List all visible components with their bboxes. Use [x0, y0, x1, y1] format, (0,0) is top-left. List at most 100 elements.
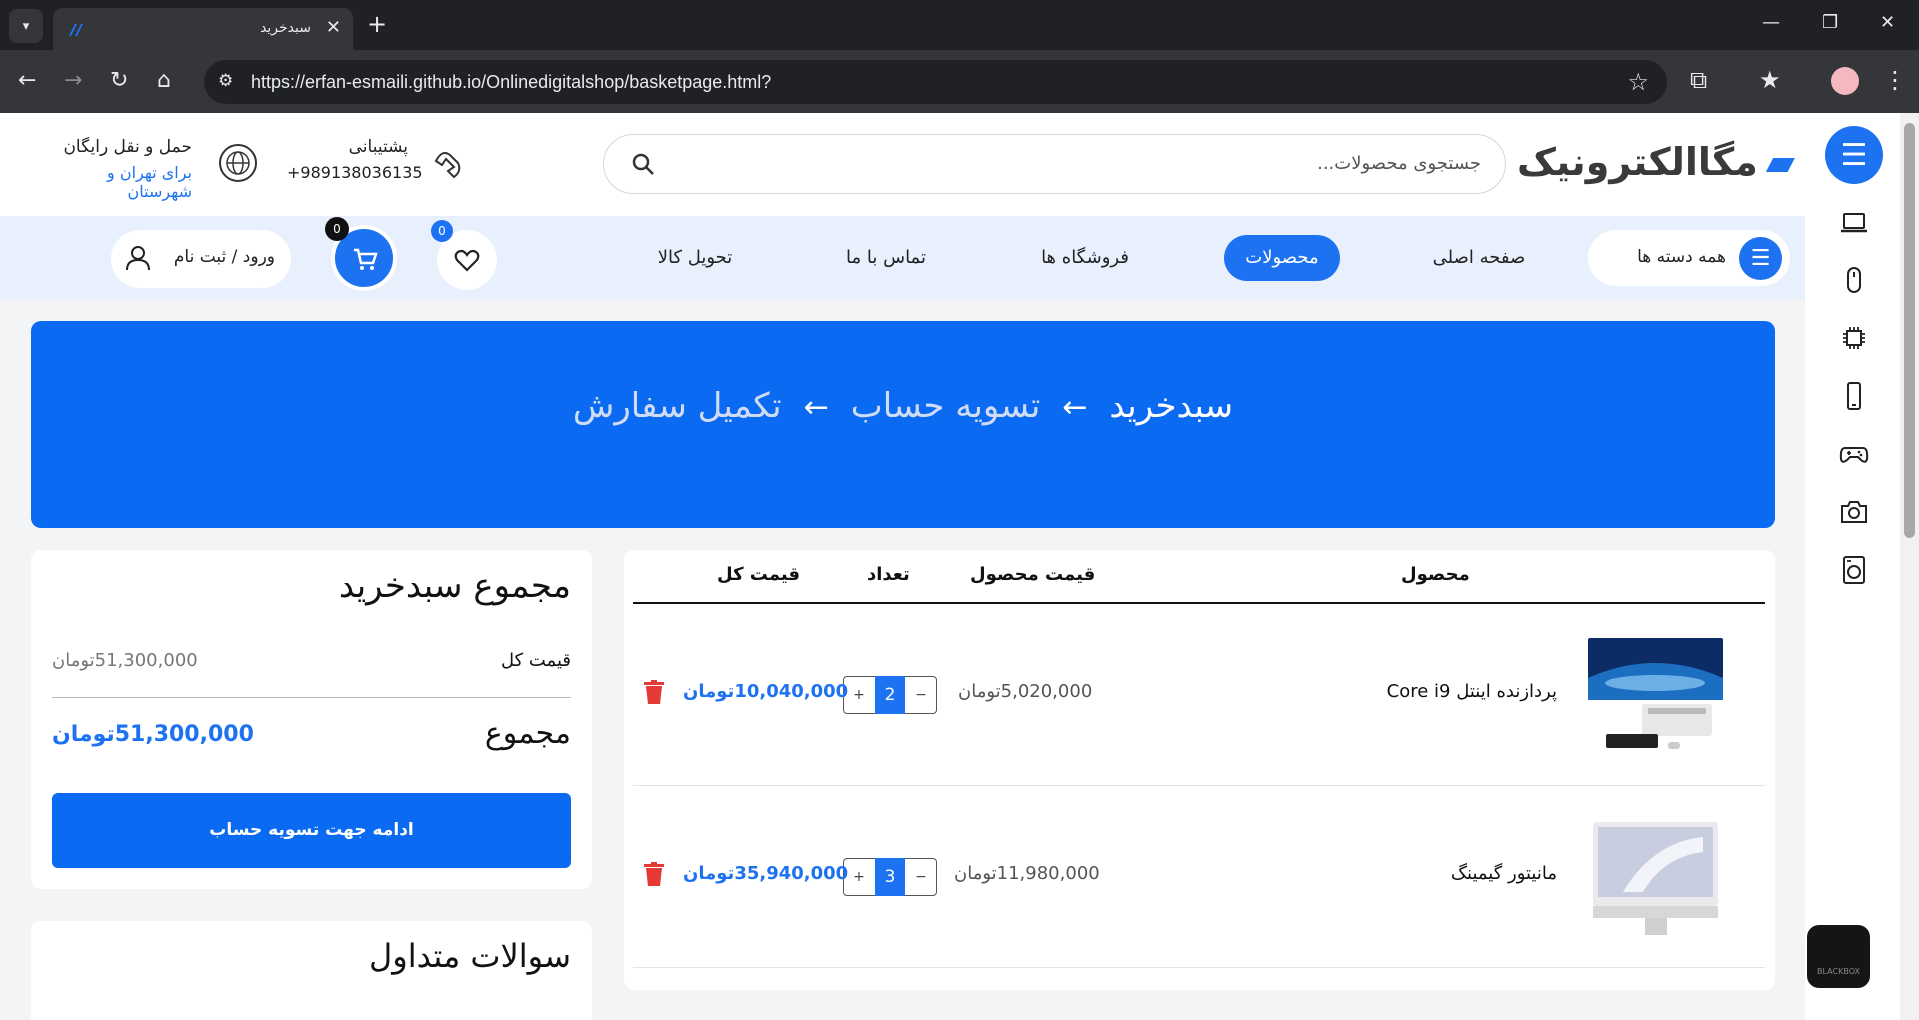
laptop-icon[interactable] [1839, 208, 1869, 238]
cart-summary: مجموع سبدخرید قیمت کل 51,300,000تومان مج… [31, 550, 592, 889]
page: ▰مگاالکترونیک جستجوی محصولات... پشتیبانی… [0, 113, 1900, 1020]
header-unit-price: قیمت محصول [970, 564, 1096, 585]
browser-tabbar: ▾ سبدخرید ✕ + — ❐ ✕ [0, 0, 1919, 50]
close-window-icon[interactable]: ✕ [1880, 12, 1895, 33]
bookmarks-icon[interactable]: ★ [1759, 66, 1781, 94]
browser-toolbar: ← → ↻ ⌂ ⚙ https://erfan-esmaili.github.i… [0, 50, 1919, 113]
extensions-icon[interactable]: ⧉ [1690, 66, 1707, 94]
subtotal-label: قیمت کل [500, 650, 571, 671]
wishlist-button[interactable]: 0 [431, 220, 497, 290]
shipping-info: حمل و نقل رایگان برای تهران و شهرستان [40, 137, 260, 201]
checkout-steps-banner: سبدخرید ← تسویه حساب ← تکمیل سفارش [31, 321, 1775, 528]
tab-search-button[interactable]: ▾ [9, 9, 43, 43]
table-row: مانیتور گیمینگ 11,980,000تومان + 3 − 35,… [633, 786, 1765, 968]
reload-icon[interactable]: ↻ [110, 68, 128, 93]
trash-icon[interactable] [644, 862, 664, 886]
row-total: 10,040,000تومان [683, 681, 849, 702]
washing-machine-icon[interactable] [1839, 555, 1869, 585]
url-text[interactable]: https://erfan-esmaili.github.io/Onlinedi… [251, 72, 771, 93]
back-icon[interactable]: ← [18, 68, 36, 93]
qty-minus-button[interactable]: − [906, 859, 936, 895]
wishlist-count-badge: 0 [431, 220, 453, 242]
shipping-title: حمل و نقل رایگان [63, 137, 192, 157]
new-tab-button[interactable]: + [367, 10, 387, 38]
trash-icon[interactable] [644, 680, 664, 704]
site-favicon-icon [69, 24, 83, 36]
menu-item-contact[interactable]: تماس با ما [821, 235, 951, 281]
forward-icon[interactable]: → [64, 68, 82, 93]
page-scrollbar[interactable] [1900, 113, 1919, 1020]
subtotal-value: 51,300,000تومان [52, 650, 198, 671]
step-cart: سبدخرید [1109, 386, 1234, 426]
all-categories-button[interactable]: ☰ همه دسته ها [1588, 230, 1790, 286]
summary-title: مجموع سبدخرید [338, 566, 571, 606]
camera-icon[interactable] [1839, 497, 1869, 527]
menu-item-home[interactable]: صفحه اصلی [1409, 235, 1549, 281]
scrollbar-thumb[interactable] [1904, 123, 1915, 538]
search-icon[interactable] [631, 152, 655, 176]
minimize-icon[interactable]: — [1762, 12, 1780, 33]
product-image-monitor[interactable] [1593, 822, 1718, 937]
breadcrumb: سبدخرید ← تسویه حساب ← تکمیل سفارش [31, 386, 1775, 426]
support-info: پشتیبانی +989138036135 [287, 137, 472, 197]
logo-mark-icon: ▰ [1765, 140, 1795, 184]
support-title: پشتیبانی [348, 137, 408, 157]
shipping-subtitle[interactable]: برای تهران و شهرستان [40, 163, 192, 201]
home-icon[interactable]: ⌂ [157, 68, 171, 93]
checkout-button[interactable]: ادامه جهت تسویه حساب [52, 793, 571, 868]
header-total: قیمت کل [717, 564, 801, 585]
arrow-left-icon: ← [1062, 390, 1088, 425]
heart-icon [454, 249, 480, 272]
category-side-rail: ☰ [1805, 113, 1900, 1020]
site-header: ▰مگاالکترونیک جستجوی محصولات... پشتیبانی… [0, 113, 1805, 216]
tab-title: سبدخرید [260, 20, 311, 36]
qty-plus-button[interactable]: + [844, 859, 874, 895]
cpu-icon[interactable] [1839, 323, 1869, 353]
total-label: مجموع [484, 716, 571, 751]
product-name[interactable]: پردازنده اینتل Core i9 [1387, 681, 1557, 702]
bookmark-star-icon[interactable]: ☆ [1627, 68, 1649, 96]
phone-icon[interactable] [1839, 381, 1869, 411]
hamburger-icon: ☰ [1739, 237, 1782, 280]
logo-text: مگاالکترونیک [1517, 140, 1758, 184]
profile-avatar[interactable] [1831, 67, 1859, 95]
qty-minus-button[interactable]: − [906, 677, 936, 713]
menu-item-stores[interactable]: فروشگاه ها [1020, 235, 1150, 281]
browser-tab[interactable]: سبدخرید ✕ [53, 8, 353, 50]
cart-count-badge: 0 [325, 217, 349, 241]
search-input[interactable]: جستجوی محصولات... [1317, 153, 1481, 174]
summary-divider [52, 697, 571, 698]
qty-value[interactable]: 3 [875, 858, 905, 896]
header-quantity: تعداد [867, 564, 910, 585]
mouse-icon[interactable] [1839, 265, 1869, 295]
product-name[interactable]: مانیتور گیمینگ [1451, 863, 1557, 884]
product-image-computer[interactable] [1588, 638, 1723, 753]
gamepad-icon[interactable] [1839, 439, 1869, 469]
quantity-stepper: + 3 − [843, 858, 937, 896]
qty-plus-button[interactable]: + [844, 677, 874, 713]
qty-value[interactable]: 2 [875, 676, 905, 714]
step-complete-order: تکمیل سفارش [572, 386, 782, 426]
site-info-icon[interactable]: ⚙ [218, 71, 233, 91]
cart-icon [354, 248, 378, 270]
all-categories-label: همه دسته ها [1637, 247, 1726, 267]
arrow-left-icon: ← [803, 390, 829, 425]
faq-title: سوالات متداول [369, 937, 571, 975]
menu-item-products[interactable]: محصولات [1224, 235, 1340, 281]
menu-item-delivery[interactable]: تحویل کالا [630, 235, 760, 281]
blackbox-widget[interactable]: BLACKBOX [1807, 925, 1870, 988]
search-box[interactable]: جستجوی محصولات... [603, 134, 1506, 194]
restore-icon[interactable]: ❐ [1822, 12, 1838, 33]
support-phone: +989138036135 [287, 163, 423, 182]
cart-table: محصول قیمت محصول تعداد قیمت کل پردازنده … [624, 550, 1775, 990]
row-total: 35,940,000تومان [683, 863, 849, 884]
cart-button[interactable]: 0 [325, 217, 397, 291]
site-logo[interactable]: ▰مگاالکترونیک [1517, 140, 1795, 184]
tab-close-icon[interactable]: ✕ [326, 17, 341, 38]
login-button[interactable]: ورود / ثبت نام [111, 230, 291, 288]
address-bar[interactable]: ⚙ https://erfan-esmaili.github.io/Online… [204, 60, 1667, 104]
browser-menu-icon[interactable]: ⋮ [1883, 66, 1907, 94]
rail-menu-button[interactable]: ☰ [1825, 126, 1883, 184]
table-row: پردازنده اینتل Core i9 5,020,000تومان + … [633, 604, 1765, 786]
globe-icon [219, 144, 257, 182]
